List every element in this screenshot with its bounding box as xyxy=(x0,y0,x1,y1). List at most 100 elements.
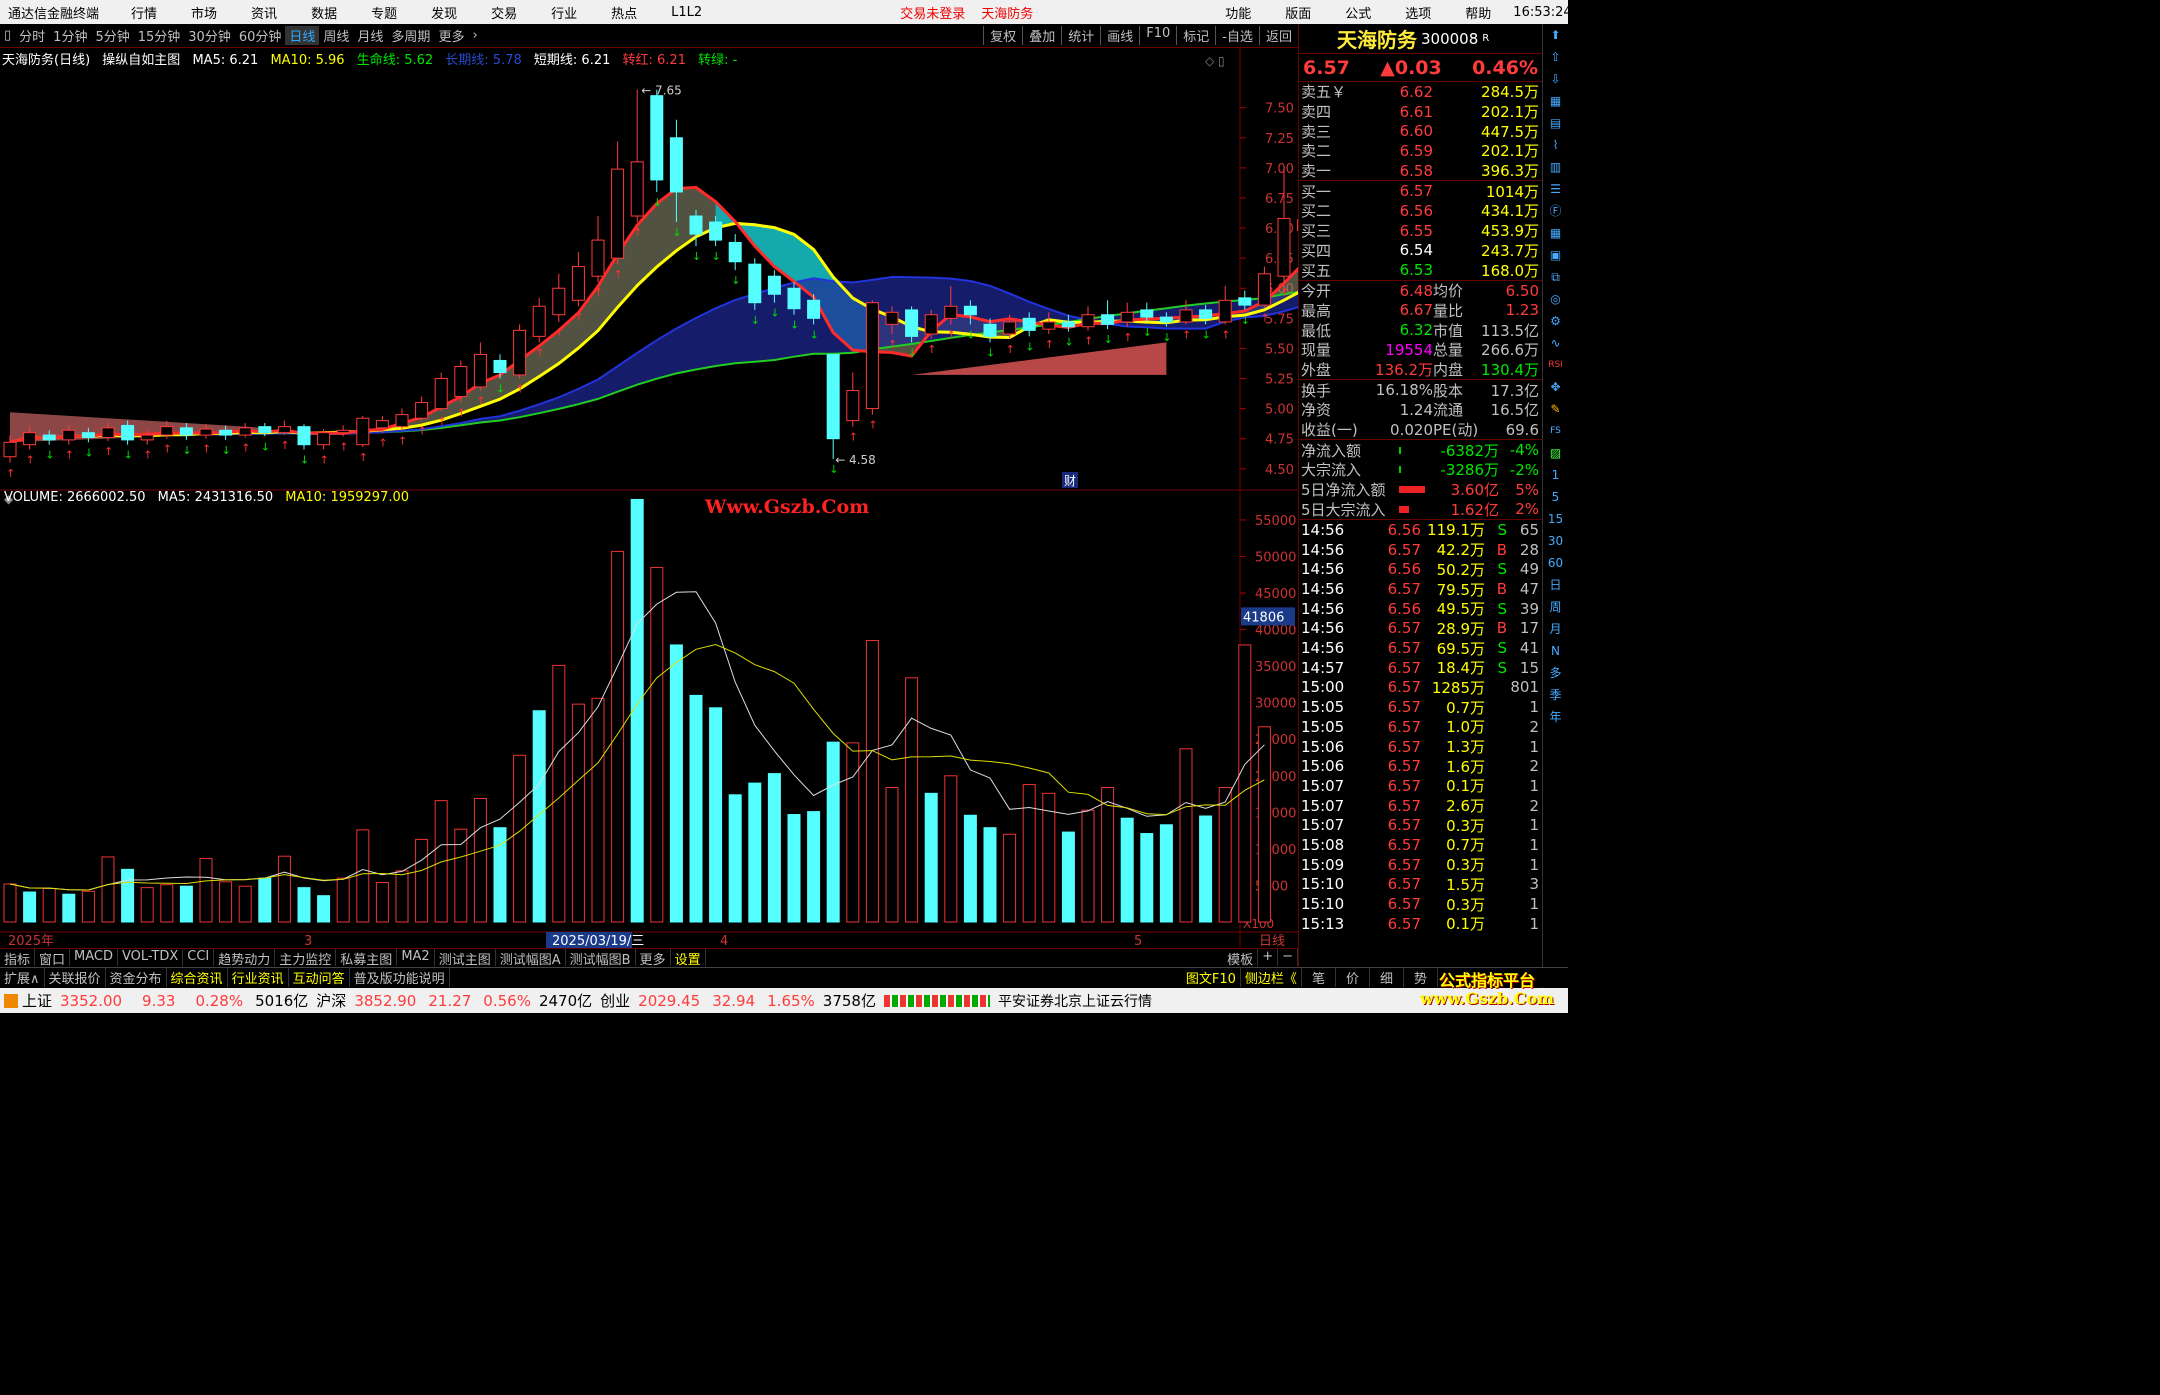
tab-sidebar[interactable]: 侧边栏《 xyxy=(1241,968,1302,987)
tab-kuozhan[interactable]: 扩展∧ xyxy=(0,968,45,987)
menu-zixun[interactable]: 资讯 xyxy=(239,3,289,22)
tab-puji[interactable]: 普及版功能说明 xyxy=(350,968,450,987)
period-year-button[interactable]: 年 xyxy=(1549,706,1561,728)
arrow-up-2-icon[interactable]: ⇧ xyxy=(1550,46,1560,68)
image-icon[interactable]: ▨ xyxy=(1550,442,1561,464)
zoom-in-icon[interactable]: + xyxy=(1258,949,1279,966)
zoom-out-icon[interactable]: − xyxy=(1278,949,1298,966)
fin-icon[interactable]: Ⓕ xyxy=(1549,200,1561,222)
tab-xi[interactable]: 细 xyxy=(1370,968,1404,987)
chart-formula-name[interactable]: 操纵自如主图 xyxy=(102,53,180,68)
btn-tongji[interactable]: 统计 xyxy=(1061,26,1100,45)
period-60-button[interactable]: 60 xyxy=(1548,552,1563,574)
rsi-icon[interactable]: RSI xyxy=(1548,354,1563,376)
sh-index-name[interactable]: 上证 xyxy=(22,990,52,1011)
sz-index-name[interactable]: 沪深 xyxy=(316,990,346,1011)
layers-icon[interactable]: ⧉ xyxy=(1551,266,1560,288)
tab-vol-tdx[interactable]: VOL-TDX xyxy=(118,949,184,966)
period-season-button[interactable]: 季 xyxy=(1549,684,1561,706)
menu-hangqing[interactable]: 行情 xyxy=(119,3,169,22)
wave-icon[interactable]: ∿ xyxy=(1550,332,1560,354)
btn-f10[interactable]: F10 xyxy=(1139,26,1176,45)
arrow-up-icon[interactable]: ⬆ xyxy=(1550,24,1560,46)
tab-zhuli[interactable]: 主力监控 xyxy=(275,949,337,968)
menu-l1l2[interactable]: L1L2 xyxy=(659,5,714,20)
btn-zixuan[interactable]: -自选 xyxy=(1215,26,1259,45)
btn-huaxian[interactable]: 画线 xyxy=(1100,26,1139,45)
table-icon[interactable]: ▦ xyxy=(1550,222,1561,244)
pen-icon[interactable]: ✎ xyxy=(1550,398,1560,420)
period-15min[interactable]: 15分钟 xyxy=(134,26,185,45)
tab-macd[interactable]: MACD xyxy=(70,949,118,966)
tab-zonghe[interactable]: 综合资讯 xyxy=(167,968,228,987)
back-icon[interactable]: ❮ xyxy=(1624,5,1635,20)
period-month-button[interactable]: 月 xyxy=(1549,618,1561,640)
chevron-right-icon[interactable]: › xyxy=(468,28,481,43)
period-1min[interactable]: 1分钟 xyxy=(49,26,91,45)
settings-icon[interactable]: ⚙ xyxy=(1550,310,1561,332)
period-5min[interactable]: 5分钟 xyxy=(91,26,133,45)
panel-toggle-icon[interactable]: ▯ xyxy=(0,28,15,43)
period-weekly[interactable]: 周线 xyxy=(319,26,353,45)
btn-fuquan[interactable]: 复权 xyxy=(983,26,1022,45)
fs-icon[interactable]: FS xyxy=(1550,420,1561,442)
menu-zhuanti[interactable]: 专题 xyxy=(359,3,409,22)
close-icon[interactable]: ✕ xyxy=(1687,5,1698,20)
menu-gongneng[interactable]: 功能 xyxy=(1213,3,1263,22)
period-day-button[interactable]: 日 xyxy=(1549,574,1561,596)
period-n-button[interactable]: N xyxy=(1551,640,1560,662)
tab-ma2[interactable]: MA2 xyxy=(397,949,435,966)
menu-faxian[interactable]: 发现 xyxy=(419,3,469,22)
period-daily[interactable]: 日线 xyxy=(285,26,320,45)
tab-zijin[interactable]: 资金分布 xyxy=(106,968,167,987)
menu-shichang[interactable]: 市场 xyxy=(179,3,229,22)
menu-xuanxiang[interactable]: 选项 xyxy=(1393,3,1443,22)
period-more[interactable]: 更多 xyxy=(434,26,468,45)
arrow-down-icon[interactable]: ⇩ xyxy=(1550,68,1560,90)
period-monthly[interactable]: 月线 xyxy=(353,26,387,45)
period-week-button[interactable]: 周 xyxy=(1549,596,1561,618)
period-5-button[interactable]: 5 xyxy=(1552,486,1560,508)
book-icon[interactable]: ▣ xyxy=(1550,244,1561,266)
tab-f10-graphic[interactable]: 图文F10 xyxy=(1182,968,1241,987)
menu-shuju[interactable]: 数据 xyxy=(299,3,349,22)
tab-simu[interactable]: 私募主图 xyxy=(336,949,398,968)
tab-chuangkou[interactable]: 窗口 xyxy=(35,949,71,968)
chart-kline-icon[interactable]: ▦ xyxy=(1550,90,1561,112)
period-30min[interactable]: 30分钟 xyxy=(184,26,235,45)
period-60min[interactable]: 60分钟 xyxy=(235,26,286,45)
cy-index-name[interactable]: 创业 xyxy=(600,990,630,1011)
tab-bi[interactable]: 笔 xyxy=(1302,968,1336,987)
candle-icon[interactable]: ▥ xyxy=(1550,156,1561,178)
tab-guanlian[interactable]: 关联报价 xyxy=(45,968,106,987)
menu-gongshi[interactable]: 公式 xyxy=(1333,3,1383,22)
tab-more[interactable]: 更多 xyxy=(636,949,671,968)
tab-test-main[interactable]: 测试主图 xyxy=(435,949,496,968)
menu-jiaoyi[interactable]: 交易 xyxy=(479,3,529,22)
list-icon[interactable]: ☰ xyxy=(1550,178,1561,200)
tab-jia[interactable]: 价 xyxy=(1336,968,1370,987)
tab-template[interactable]: 模板 xyxy=(1223,949,1259,968)
line-chart-icon[interactable]: ⌇ xyxy=(1553,134,1559,156)
btn-fanhui[interactable]: 返回 xyxy=(1258,26,1298,45)
move-icon[interactable]: ✥ xyxy=(1550,376,1560,398)
btn-biaoji[interactable]: 标记 xyxy=(1176,26,1215,45)
tick-list[interactable]: 14:56 6.56 119.1万 S 65 14:56 6.57 42.2万 B 28 14:56… xyxy=(1299,520,1542,933)
menu-bangzhu[interactable]: 帮助 xyxy=(1453,3,1503,22)
period-multi[interactable]: 多周期 xyxy=(387,26,434,45)
restore-icon[interactable]: ❐ xyxy=(1666,5,1678,20)
menu-redian[interactable]: 热点 xyxy=(599,3,649,22)
forward-icon[interactable]: ❯ xyxy=(1645,5,1656,20)
period-30-button[interactable]: 30 xyxy=(1548,530,1563,552)
tab-test-b[interactable]: 测试幅图B xyxy=(566,949,636,968)
grid-icon[interactable]: ▤ xyxy=(1550,112,1561,134)
broker-name[interactable]: 平安证券北京上证云行情 xyxy=(998,991,1152,1011)
tab-zhibiao[interactable]: 指标 xyxy=(0,949,36,968)
tab-hangye[interactable]: 行业资讯 xyxy=(228,968,289,987)
login-status[interactable]: 交易未登录 xyxy=(900,3,965,22)
period-multi-button[interactable]: 多 xyxy=(1549,662,1561,684)
period-15-button[interactable]: 15 xyxy=(1548,508,1563,530)
tab-cci[interactable]: CCI xyxy=(183,949,215,966)
btn-diejia[interactable]: 叠加 xyxy=(1022,26,1061,45)
tab-qushi[interactable]: 趋势动力 xyxy=(214,949,276,968)
